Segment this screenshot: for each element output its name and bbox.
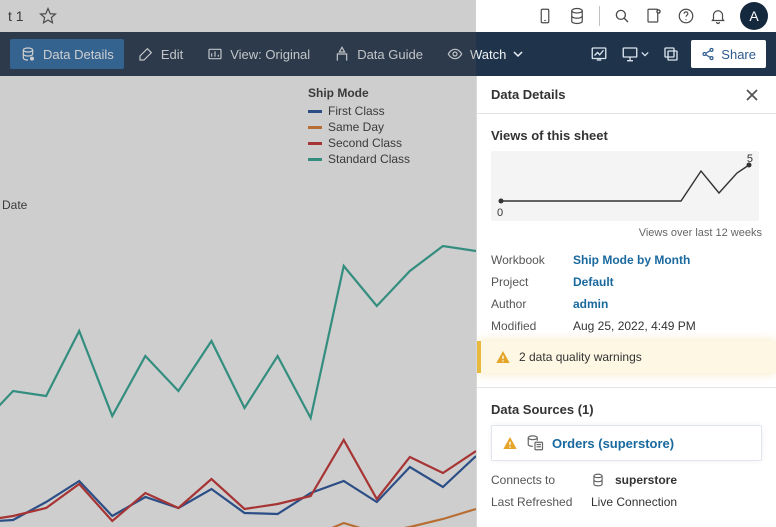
device-icon[interactable]: [529, 0, 561, 32]
chevron-down-icon: [513, 49, 523, 59]
chart-series: [0, 509, 476, 527]
separator: [599, 6, 600, 26]
favorite-star-icon[interactable]: [32, 0, 64, 32]
close-icon[interactable]: [742, 85, 762, 105]
watch-label: Watch: [470, 47, 506, 62]
meta-workbook: WorkbookShip Mode by Month: [491, 253, 762, 267]
share-button[interactable]: Share: [691, 40, 766, 68]
warning-icon: [502, 435, 518, 451]
help-icon[interactable]: [670, 0, 702, 32]
edit-label: Edit: [161, 47, 183, 62]
view-original-label: View: Original: [230, 47, 310, 62]
share-label: Share: [721, 47, 756, 62]
warning-icon: [495, 349, 511, 365]
author-link[interactable]: admin: [573, 297, 608, 311]
watch-button[interactable]: Watch: [437, 39, 533, 69]
meta-refreshed: Last RefreshedLive Connection: [491, 495, 762, 509]
top-strip: t 1 A: [0, 0, 776, 32]
copy-icon[interactable]: [655, 38, 687, 70]
data-quality-warning[interactable]: 2 data quality warnings: [477, 341, 776, 373]
database-small-icon: [591, 473, 605, 487]
view-toolbar: Data Details Edit View: Original Data Gu…: [0, 32, 776, 76]
datasource-icon: [526, 434, 544, 452]
search-icon[interactable]: [606, 0, 638, 32]
data-source-name: Orders (superstore): [552, 436, 674, 451]
data-guide-label: Data Guide: [357, 47, 423, 62]
edit-button[interactable]: Edit: [128, 39, 193, 69]
line-chart: [0, 226, 476, 527]
presentation-icon[interactable]: [619, 38, 651, 70]
legend-item-label: Second Class: [328, 136, 402, 150]
workbook-title-fragment: t 1: [8, 8, 24, 24]
legend-title: Ship Mode: [308, 86, 410, 100]
views-caption: Views over last 12 weeks: [491, 227, 762, 239]
workbook-link[interactable]: Ship Mode by Month: [573, 253, 690, 267]
chart-area: Date Ship Mode First Class Same Day Second…: [0, 76, 476, 527]
legend-item[interactable]: Standard Class: [308, 152, 410, 166]
metrics-icon[interactable]: [583, 38, 615, 70]
x-axis-label: Date: [2, 198, 27, 212]
notifications-icon[interactable]: [702, 0, 734, 32]
meta-modified: ModifiedAug 25, 2022, 4:49 PM: [491, 319, 762, 333]
data-sources-heading: Data Sources (1): [491, 402, 762, 417]
spark-max: 5: [747, 153, 753, 165]
sparkline-chart: 5 0: [491, 151, 759, 221]
data-details-button[interactable]: Data Details: [10, 39, 124, 69]
legend-item[interactable]: Second Class: [308, 136, 410, 150]
new-item-icon[interactable]: [638, 0, 670, 32]
data-guide-button[interactable]: Data Guide: [324, 39, 433, 69]
legend-item[interactable]: Same Day: [308, 120, 410, 134]
views-heading: Views of this sheet: [491, 128, 762, 143]
spark-min: 0: [497, 207, 503, 219]
project-link[interactable]: Default: [573, 275, 614, 289]
meta-connects: Connects to superstore: [491, 473, 762, 487]
legend-item-label: Standard Class: [328, 152, 410, 166]
warning-text: 2 data quality warnings: [519, 350, 642, 364]
connects-value: superstore: [615, 473, 677, 487]
meta-author: Authoradmin: [491, 297, 762, 311]
legend-item-label: First Class: [328, 104, 385, 118]
divider: [477, 387, 776, 388]
data-source-row[interactable]: Orders (superstore): [491, 425, 762, 461]
view-original-button[interactable]: View: Original: [197, 39, 320, 69]
legend: Ship Mode First Class Same Day Second Clas…: [308, 86, 410, 168]
data-details-panel: Data Details Views of this sheet 5 0 Vie…: [476, 76, 776, 527]
legend-item[interactable]: First Class: [308, 104, 410, 118]
panel-title: Data Details: [491, 87, 565, 102]
chart-series: [0, 246, 476, 426]
meta-project: ProjectDefault: [491, 275, 762, 289]
database-icon[interactable]: [561, 0, 593, 32]
user-avatar[interactable]: A: [740, 2, 768, 30]
legend-item-label: Same Day: [328, 120, 384, 134]
data-details-label: Data Details: [43, 47, 114, 62]
